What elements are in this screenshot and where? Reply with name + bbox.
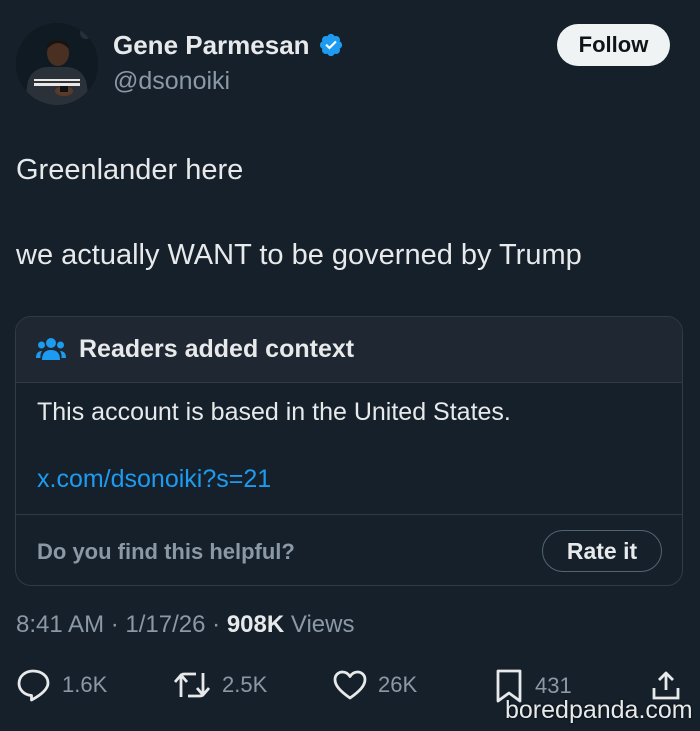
tweet-meta: 8:41 AM · 1/17/26 · 908K Views [16, 609, 354, 641]
community-note-header: Readers added context [16, 317, 682, 383]
watermark: boredpanda.com [505, 696, 693, 724]
follow-button[interactable]: Follow [557, 24, 670, 66]
avatar-photo [16, 23, 98, 105]
heart-icon [332, 668, 368, 702]
reply-icon [16, 668, 52, 702]
community-note-text: This account is based in the United Stat… [37, 398, 511, 426]
repost-icon [172, 668, 212, 702]
tweet-text-line: Greenlander here [16, 154, 244, 186]
author-handle[interactable]: @dsonoiki [113, 66, 230, 96]
reply-count: 1.6K [62, 672, 108, 697]
author-name[interactable]: Gene Parmesan [113, 30, 310, 60]
repost-button[interactable]: 2.5K [172, 668, 267, 702]
like-button[interactable]: 26K [332, 668, 417, 702]
meta-separator: · [110, 611, 119, 638]
like-count: 26K [378, 672, 418, 697]
verified-badge-icon [318, 32, 344, 58]
rate-it-button[interactable]: Rate it [542, 530, 662, 572]
avatar[interactable] [16, 23, 98, 105]
meta-separator: · [212, 611, 221, 638]
helpful-question: Do you find this helpful? [37, 539, 295, 564]
divider [16, 514, 682, 515]
community-note-link[interactable]: x.com/dsonoiki?s=21 [37, 464, 271, 494]
tweet-date[interactable]: 1/17/26 [125, 611, 205, 638]
repost-count: 2.5K [222, 672, 268, 697]
author-name-row[interactable]: Gene Parmesan [113, 30, 344, 60]
reply-button[interactable]: 1.6K [16, 668, 107, 702]
tweet-time[interactable]: 8:41 AM [16, 611, 104, 638]
views-count: 908K [226, 611, 285, 638]
community-note-title: Readers added context [79, 335, 355, 363]
views-label: Views [290, 611, 355, 638]
people-icon [36, 336, 66, 362]
tweet-text-line: we actually WANT to be governed by Trump [16, 239, 582, 271]
community-note-card: Readers added context This account is ba… [15, 316, 683, 586]
